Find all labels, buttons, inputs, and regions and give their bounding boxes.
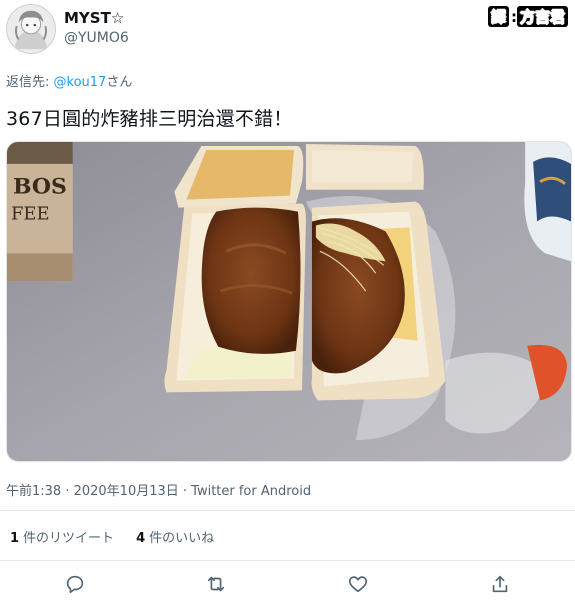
watermark-tag: 譯 <box>487 6 509 27</box>
reply-icon[interactable] <box>64 573 86 595</box>
like-label: 件のいいね <box>149 531 215 546</box>
svg-text:FEE: FEE <box>11 204 50 225</box>
retweet-stat[interactable]: 1 件のリツイート <box>10 527 114 546</box>
retweet-label: 件のリツイート <box>23 531 115 546</box>
heart-icon[interactable] <box>347 573 369 595</box>
share-icon[interactable] <box>489 573 511 595</box>
reply-prefix: 返信先: <box>6 75 54 90</box>
tweet-actions <box>0 573 575 601</box>
retweet-icon[interactable] <box>205 573 227 595</box>
svg-text:BOS: BOS <box>13 174 67 200</box>
retweet-count: 1 <box>10 531 20 546</box>
divider-top <box>0 510 575 511</box>
tweet-header: MYST☆ @YUMO6 譯: 方吉君 <box>0 0 575 62</box>
reply-suffix: さん <box>106 75 133 90</box>
reply-mention-link[interactable]: @kou17 <box>54 75 107 90</box>
tweet-text: 367日圓的炸豬排三明治還不錯！ <box>6 108 293 130</box>
display-name[interactable]: MYST☆ <box>64 9 124 27</box>
divider-bottom <box>0 560 575 561</box>
user-handle[interactable]: @YUMO6 <box>64 30 129 46</box>
watermark-name: 方吉君 <box>516 6 568 27</box>
tweet-stats: 1 件のリツイート 4 件のいいね <box>10 527 214 546</box>
translator-watermark: 譯: 方吉君 <box>487 6 568 27</box>
avatar[interactable] <box>6 4 56 54</box>
like-stat[interactable]: 4 件のいいね <box>136 527 214 546</box>
reply-to-line: 返信先: @kou17さん <box>6 71 132 90</box>
sandwich-photo-illustration: BOS FEE <box>7 142 571 461</box>
tweet-timestamp[interactable]: 午前1:38 · 2020年10月13日 · Twitter for Andro… <box>6 480 311 499</box>
tweet-photo[interactable]: BOS FEE <box>6 141 572 462</box>
avatar-image <box>7 5 55 53</box>
like-count: 4 <box>136 531 146 546</box>
